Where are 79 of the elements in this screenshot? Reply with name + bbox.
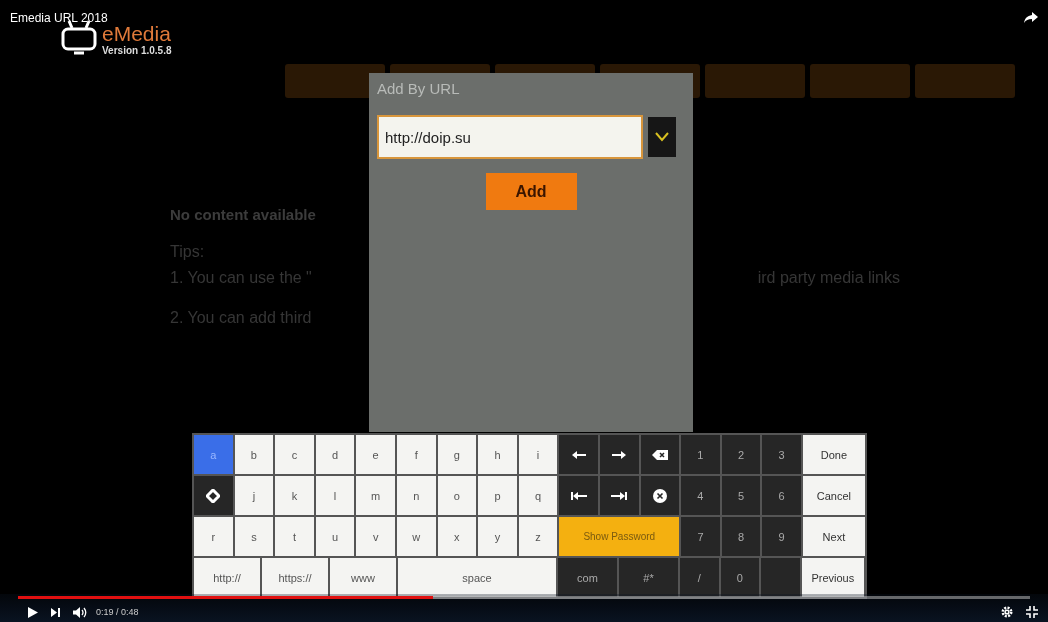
- add-button[interactable]: Add: [485, 173, 577, 210]
- letter-key[interactable]: c: [275, 435, 314, 474]
- keyboard-key[interactable]: 0: [720, 558, 760, 597]
- letter-key[interactable]: x: [437, 517, 477, 556]
- letter-key[interactable]: y: [478, 517, 517, 556]
- show-password-button[interactable]: Show Password: [559, 517, 680, 556]
- letter-key[interactable]: e: [356, 435, 395, 474]
- blank-key[interactable]: [761, 558, 800, 597]
- keyboard-action-button[interactable]: Done: [802, 435, 865, 474]
- keyboard-key[interactable]: #*: [619, 558, 678, 597]
- url-field[interactable]: http://doip.su: [377, 115, 643, 159]
- bar-arrow-left-icon: [570, 491, 587, 500]
- play-icon[interactable]: [28, 606, 38, 618]
- digit-key[interactable]: 5: [721, 476, 761, 515]
- keyboard-key[interactable]: /: [680, 558, 719, 597]
- letter-key[interactable]: p: [478, 476, 517, 515]
- keyboard-action-button[interactable]: Next: [802, 517, 865, 556]
- keyboard-key[interactable]: www: [330, 558, 396, 597]
- share-icon[interactable]: [1024, 12, 1038, 24]
- letter-key[interactable]: b: [234, 435, 274, 474]
- digit-key[interactable]: 6: [762, 476, 801, 515]
- video-title: Emedia URL 2018: [10, 11, 108, 25]
- letter-key[interactable]: f: [396, 435, 436, 474]
- chevron-icon: [655, 132, 669, 142]
- keyboard-key[interactable]: https://: [262, 558, 328, 597]
- letter-key[interactable]: o: [437, 476, 477, 515]
- keyboard-key[interactable]: http://: [194, 558, 260, 597]
- digit-key[interactable]: 1: [681, 435, 720, 474]
- keyboard-key[interactable]: space: [398, 558, 556, 597]
- letter-key[interactable]: t: [275, 517, 314, 556]
- letter-key[interactable]: d: [315, 435, 355, 474]
- clear-circle-icon: [652, 488, 667, 503]
- keyboard-key[interactable]: com: [558, 558, 617, 597]
- letter-key[interactable]: k: [275, 476, 314, 515]
- backspace-icon: [651, 449, 668, 460]
- bar-arrow-right-icon: [611, 491, 628, 500]
- letter-key[interactable]: u: [315, 517, 355, 556]
- left-arrow-key[interactable]: [559, 435, 598, 474]
- digit-key[interactable]: 9: [762, 517, 801, 556]
- move-start-key[interactable]: [559, 476, 598, 515]
- right-arrow-icon: [612, 450, 627, 459]
- backspace-key[interactable]: [640, 435, 680, 474]
- right-arrow-key[interactable]: [599, 435, 639, 474]
- exit-fullscreen-icon[interactable]: [1026, 606, 1038, 618]
- letter-key[interactable]: q: [518, 476, 558, 515]
- dropdown-button[interactable]: [648, 117, 676, 157]
- digit-key[interactable]: 2: [721, 435, 761, 474]
- letter-key[interactable]: z: [518, 517, 558, 556]
- letter-key[interactable]: l: [315, 476, 355, 515]
- letter-key[interactable]: h: [478, 435, 517, 474]
- letter-key[interactable]: s: [234, 517, 274, 556]
- digit-key[interactable]: 3: [762, 435, 801, 474]
- move-end-key[interactable]: [599, 476, 639, 515]
- letter-key[interactable]: i: [518, 435, 558, 474]
- digit-key[interactable]: 8: [721, 517, 761, 556]
- next-icon[interactable]: [51, 607, 60, 617]
- left-arrow-icon: [571, 450, 586, 459]
- playback-time: 0:19 / 0:48: [96, 607, 139, 617]
- letter-key[interactable]: v: [356, 517, 395, 556]
- volume-icon[interactable]: [73, 606, 87, 618]
- letter-key[interactable]: m: [356, 476, 395, 515]
- letter-key[interactable]: w: [396, 517, 436, 556]
- keyboard-action-button[interactable]: Cancel: [802, 476, 865, 515]
- digit-key[interactable]: 7: [681, 517, 720, 556]
- app-version: Version 1.0.5.8: [102, 45, 172, 56]
- letter-key[interactable]: r: [194, 517, 233, 556]
- progress-track[interactable]: [18, 596, 1030, 599]
- empty-message: No content available: [170, 206, 316, 223]
- app-name: eMedia: [102, 23, 172, 45]
- letter-key[interactable]: n: [396, 476, 436, 515]
- shift-icon: [206, 488, 221, 503]
- dialog-title: Add By URL: [377, 80, 460, 97]
- keyboard-action-button[interactable]: Previous: [801, 558, 864, 597]
- digit-key[interactable]: 4: [681, 476, 720, 515]
- clear-key[interactable]: [640, 476, 680, 515]
- shift-key[interactable]: [194, 476, 233, 515]
- letter-key[interactable]: j: [234, 476, 274, 515]
- letter-key[interactable]: g: [437, 435, 477, 474]
- settings-icon[interactable]: [1001, 606, 1013, 618]
